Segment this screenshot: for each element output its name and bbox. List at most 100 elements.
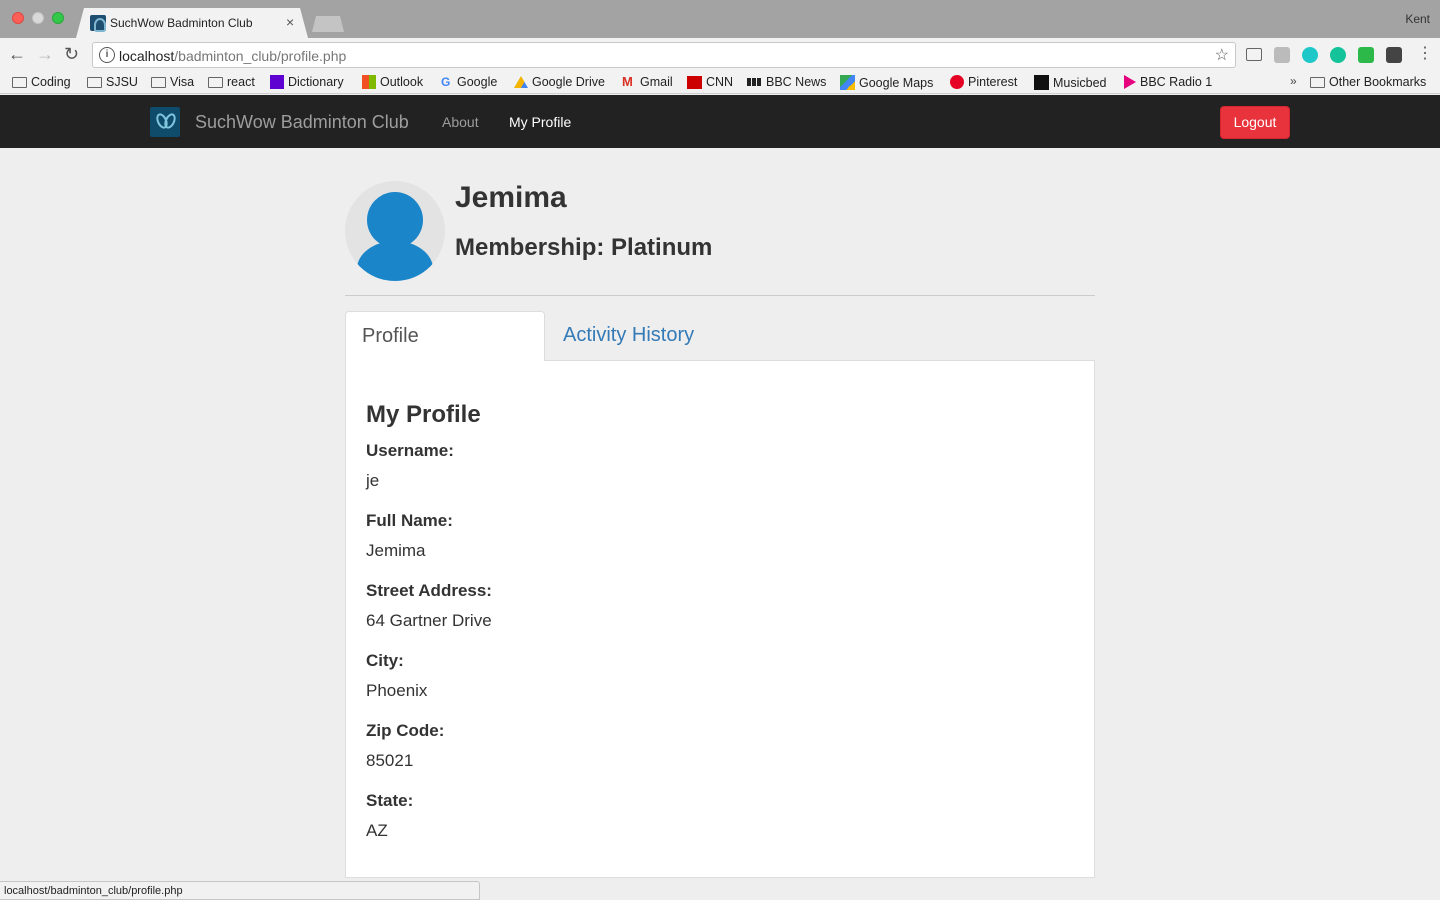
bookmark-dictionary[interactable]: Dictionary (270, 75, 344, 89)
folder-icon (1310, 76, 1325, 88)
profile-name-heading: Jemima (455, 181, 567, 214)
grammarly-icon[interactable] (1330, 47, 1346, 63)
avatar-head-shape (367, 192, 423, 248)
forward-arrow-icon[interactable]: → (36, 44, 54, 64)
bookmark-label: Dictionary (288, 75, 344, 89)
field-label: Full Name: (366, 511, 453, 530)
bookmark-label: BBC Radio 1 (1140, 75, 1213, 89)
new-tab-button[interactable] (312, 16, 344, 32)
outlook-icon (362, 75, 376, 89)
bookmark-label: Visa (170, 75, 195, 89)
field-full-name: Full Name: Jemima (366, 511, 453, 561)
extension-eyedropper-icon[interactable] (1274, 47, 1290, 63)
avatar (345, 181, 445, 281)
field-username: Username: je (366, 441, 454, 491)
reload-icon[interactable]: ↻ (64, 44, 79, 64)
browser-profile-name[interactable]: Kent (1405, 12, 1430, 26)
pinterest-icon (950, 75, 964, 89)
bookmark-label: Outlook (380, 75, 424, 89)
back-arrow-icon[interactable]: ← (8, 44, 26, 64)
bookmark-label: SJSU (106, 75, 138, 89)
bookmark-bbc-radio-1[interactable]: BBC Radio 1 (1124, 75, 1212, 89)
bookmark-star-icon[interactable]: ☆ (1215, 45, 1229, 65)
tab-profile[interactable]: Profile (345, 311, 545, 361)
tab-close-icon[interactable]: × (286, 14, 294, 30)
other-bookmarks[interactable]: Other Bookmarks (1310, 75, 1426, 89)
bookmark-react[interactable]: react (208, 75, 255, 89)
extension-arrow-icon[interactable] (1386, 47, 1402, 63)
cors-extension-icon[interactable] (1358, 47, 1374, 63)
field-street-address: Street Address: 64 Gartner Drive (366, 581, 492, 631)
bookmark-visa[interactable]: Visa (151, 75, 194, 89)
extension-m-icon[interactable] (1302, 47, 1318, 63)
folder-icon (87, 76, 102, 88)
tab-activity-history[interactable]: Activity History (547, 311, 747, 361)
bookmark-gmail[interactable]: M Gmail (622, 75, 673, 89)
nav-link-my-profile[interactable]: My Profile (509, 114, 571, 130)
bookmarks-bar: Coding SJSU Visa react Dictionary Outloo… (0, 72, 1440, 94)
bookmark-label: Gmail (640, 75, 673, 89)
bookmark-pinterest[interactable]: Pinterest (950, 75, 1017, 89)
field-value: 85021 (366, 751, 414, 770)
close-window-button[interactable] (12, 12, 24, 24)
google-drive-icon (514, 76, 528, 88)
browser-menu-icon[interactable]: ⋮ (1417, 44, 1433, 64)
bookmark-outlook[interactable]: Outlook (362, 75, 423, 89)
logout-button[interactable]: Logout (1220, 106, 1290, 139)
bookmark-label: Other Bookmarks (1329, 75, 1427, 89)
field-city: City: Phoenix (366, 651, 427, 701)
bookmark-label: Coding (31, 75, 71, 89)
address-url[interactable]: localhost/badminton_club/profile.php (119, 48, 346, 64)
field-label: Zip Code: (366, 721, 445, 740)
bookmark-bbc-news[interactable]: BBC News (747, 75, 826, 89)
more-bookmarks-chevron-icon[interactable]: » (1290, 74, 1297, 88)
bookmark-label: CNN (706, 75, 734, 89)
yahoo-icon (270, 75, 284, 89)
google-icon: G (441, 75, 451, 89)
bookmark-google-drive[interactable]: Google Drive (514, 75, 605, 89)
folder-icon (12, 76, 27, 88)
maximize-window-button[interactable] (52, 12, 64, 24)
field-value: Phoenix (366, 681, 428, 700)
url-host: localhost (119, 48, 175, 64)
field-label: Street Address: (366, 581, 492, 600)
musicbed-icon (1034, 75, 1049, 90)
bookmark-label: Google (457, 75, 498, 89)
nav-link-about[interactable]: About (442, 114, 479, 130)
avatar-body-shape (357, 241, 433, 281)
cast-icon[interactable] (1246, 48, 1262, 61)
field-value: je (366, 471, 380, 490)
minimize-window-button[interactable] (32, 12, 44, 24)
bookmark-label: Pinterest (968, 75, 1018, 89)
bookmark-google[interactable]: G Google (441, 75, 497, 89)
bookmark-label: Google Drive (532, 75, 605, 89)
brand-name[interactable]: SuchWow Badminton Club (195, 112, 409, 133)
bookmark-google-maps[interactable]: Google Maps (840, 75, 933, 90)
browser-titlebar: SuchWow Badminton Club × Kent (0, 0, 1440, 38)
field-label: State: (366, 791, 414, 810)
address-bar[interactable]: i localhost/badminton_club/profile.php ☆ (92, 42, 1236, 68)
field-state: State: AZ (366, 791, 413, 841)
badminton-logo-icon[interactable] (150, 107, 180, 137)
panel-title: My Profile (366, 401, 481, 428)
bookmark-musicbed[interactable]: Musicbed (1034, 75, 1107, 90)
bbc-icon (747, 78, 762, 86)
browser-tab[interactable]: SuchWow Badminton Club × (76, 8, 308, 38)
bookmark-coding[interactable]: Coding (12, 75, 71, 89)
field-value: AZ (366, 821, 388, 840)
field-value: Jemima (366, 541, 426, 560)
bookmark-label: BBC News (766, 75, 827, 89)
profile-panel: My Profile Username: je Full Name: Jemim… (345, 360, 1095, 878)
bbc-radio-icon (1124, 75, 1136, 89)
bookmark-label: react (227, 75, 255, 89)
cnn-icon (687, 75, 702, 89)
bookmark-sjsu[interactable]: SJSU (87, 75, 138, 89)
info-icon[interactable]: i (99, 47, 115, 63)
header-divider (345, 295, 1095, 296)
field-label: City: (366, 651, 404, 670)
field-zip-code: Zip Code: 85021 (366, 721, 444, 771)
url-path: /badminton_club/profile.php (174, 48, 347, 64)
folder-icon (151, 76, 166, 88)
browser-status-url: localhost/badminton_club/profile.php (0, 881, 480, 900)
bookmark-cnn[interactable]: CNN (687, 75, 733, 89)
